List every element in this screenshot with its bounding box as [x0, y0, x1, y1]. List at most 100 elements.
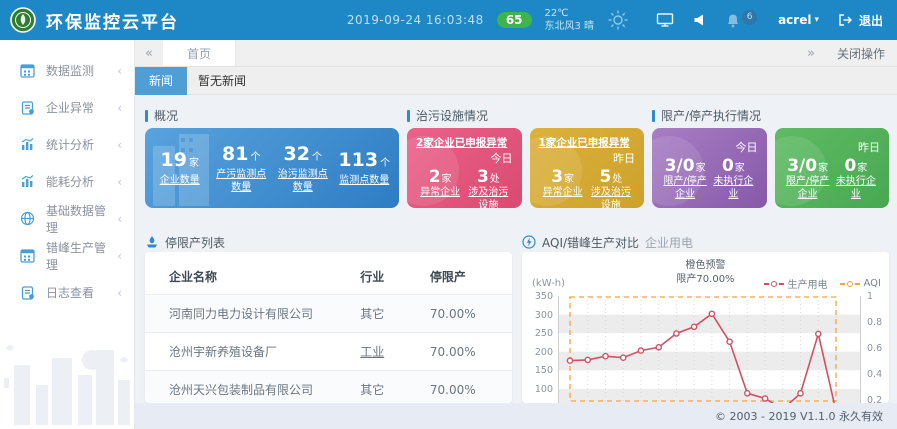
wind-weather-text: 东北风3 晴	[545, 20, 595, 34]
col-company-name: 企业名称	[145, 258, 354, 295]
chevron-left-icon: ‹	[117, 249, 122, 263]
sidebar-item-data-monitor[interactable]: 数据监测 ‹	[0, 52, 134, 89]
stoplist-section: 停限产列表 企业名称 行业 停限产	[145, 235, 512, 403]
aqi-badge: 65	[497, 12, 532, 28]
chevron-left-icon: ‹	[117, 175, 122, 189]
overview-card: 19家 企业数量 81个 产污监测点数量 32个 治污监测点数量	[145, 128, 399, 208]
y-axis-tick-left: 250	[528, 328, 558, 339]
sidebar-item-basic-data[interactable]: 基础数据管理 ‹	[0, 200, 134, 237]
tab-bar: « 首页 » 关闭操作	[135, 40, 897, 67]
overview-stat-monitor-points: 113个 监测点数量	[334, 149, 396, 187]
treatment-section-title: 治污设施情况	[407, 110, 644, 122]
aqi-comparison-chart: 35030025020015010010.80.60.40.2	[558, 296, 861, 403]
logout-icon	[838, 13, 853, 27]
overview-stat-label-link[interactable]: 监测点数量	[334, 174, 396, 187]
table-header-row: 企业名称 行业 停限产	[145, 258, 512, 295]
sidebar-item-energy-analysis[interactable]: 能耗分析 ‹	[0, 163, 134, 200]
industry-cell-2: 其它	[354, 371, 424, 404]
chevron-left-icon: ‹	[117, 212, 122, 226]
title-accent-bar	[407, 110, 410, 122]
monitor-icon[interactable]	[656, 12, 674, 28]
company-name-cell: 沧州宇新养殖设备厂	[145, 333, 354, 371]
chart-annotation: 橙色预警 限产70.00%	[676, 259, 734, 286]
stoplist-table: 企业名称 行业 停限产 河南同力电力设计有限公司 其它	[145, 258, 512, 403]
aqi-section: AQI/错峰生产对比 企业用电 (kW-h) 橙色预警 限产70.00%	[522, 235, 889, 403]
table-row[interactable]: 沧州天兴包装制品有限公司 其它 70.00%	[145, 371, 512, 404]
user-menu[interactable]: acrel ▾	[778, 13, 819, 27]
bar-chart-icon	[20, 137, 36, 153]
treatment-headline-link[interactable]: 1家企业已申报异常	[539, 135, 636, 150]
treatment-headline-link[interactable]: 2家企业已申报异常	[416, 135, 513, 150]
news-bar: 新闻 暂无新闻	[135, 67, 897, 95]
abnormal-companies-link[interactable]: 异常企业	[539, 187, 587, 200]
sun-icon	[607, 9, 629, 31]
title-accent-bar	[652, 110, 655, 122]
y-axis-tick-right: 0.6	[861, 343, 882, 354]
stoplist-section-title: 停限产列表	[145, 235, 512, 249]
overview-stat-label-link[interactable]: 治污监测点数量	[272, 168, 334, 194]
copyright-text: © 2003 - 2019 V1.1.0 永久有效	[715, 408, 883, 424]
sidebar-item-peak-production[interactable]: 错峰生产管理 ‹	[0, 237, 134, 274]
panel-subtitle: 企业用电	[645, 234, 693, 251]
y-axis-tick-left: 350	[528, 291, 558, 302]
clipboard-alert-icon	[20, 100, 36, 116]
industry-cell-1[interactable]: 工业	[354, 333, 424, 371]
chevron-left-icon: ‹	[117, 138, 122, 152]
overview-section: 概况	[145, 110, 399, 208]
y-axis-tick-left: 300	[528, 310, 558, 321]
industry-cell-0: 其它	[354, 295, 424, 333]
aqi-section-title: AQI/错峰生产对比 企业用电	[522, 235, 889, 249]
legend-item-aqi[interactable]: AQI	[840, 278, 882, 289]
tabs-scroll-left-icon[interactable]: «	[135, 40, 163, 66]
calendar-grid-icon	[20, 63, 36, 79]
limited-companies-link[interactable]: 限产/停产企业	[661, 176, 709, 201]
involved-facilities-link[interactable]: 涉及治污设施	[587, 187, 635, 208]
production-section: 限产/停产执行情况 今日 3/0家 限产/停产企业	[652, 110, 889, 208]
notification-badge: 6	[742, 10, 757, 25]
title-accent-bar	[145, 110, 148, 122]
logout-button[interactable]: 退出	[838, 12, 883, 29]
chevron-left-icon: ‹	[117, 101, 122, 115]
table-row[interactable]: 沧州宇新养殖设备厂 工业 70.00%	[145, 333, 512, 371]
y-axis-tick-right: 1	[861, 291, 873, 302]
sidebar: 数据监测 ‹ 企业异常 ‹ 统计分析 ‹	[0, 40, 135, 429]
involved-facilities-link[interactable]: 涉及治污设施	[464, 187, 512, 208]
percent-cell: 70.00%	[424, 333, 512, 371]
bell-icon	[726, 13, 740, 28]
close-operations-menu[interactable]: 关闭操作	[837, 45, 885, 62]
news-tab[interactable]: 新闻	[135, 67, 187, 95]
overview-stat-label-link[interactable]: 产污监测点数量	[211, 168, 273, 194]
tabs-scroll-right-icon[interactable]: »	[797, 46, 825, 61]
non-executing-companies-link[interactable]: 未执行企业	[709, 176, 757, 201]
col-stop-limit: 停限产	[424, 258, 512, 295]
factory-icon	[145, 235, 159, 249]
speaker-icon[interactable]	[693, 13, 707, 27]
legend-item-production-power[interactable]: 生产用电	[764, 276, 828, 291]
aqi-chart-panel: (kW-h) 橙色预警 限产70.00% 生产用电	[522, 252, 889, 403]
app-logo-icon	[10, 7, 36, 33]
footer: © 2003 - 2019 V1.1.0 永久有效	[135, 403, 897, 429]
caret-down-icon: ▾	[814, 15, 819, 25]
overview-section-title: 概况	[145, 110, 399, 122]
topbar: 环保监控云平台 2019-09-24 16:03:48 65 22℃ 东北风3 …	[0, 0, 897, 40]
sidebar-item-log-view[interactable]: 日志查看 ‹	[0, 274, 134, 311]
treatment-section: 治污设施情况 2家企业已申报异常 今日 2家 异常企业	[407, 110, 644, 208]
tab-home[interactable]: 首页	[163, 40, 236, 66]
overview-stat-label-link[interactable]: 企业数量	[149, 174, 211, 187]
abnormal-companies-link[interactable]: 异常企业	[416, 187, 464, 200]
sidebar-item-statistics[interactable]: 统计分析 ‹	[0, 126, 134, 163]
treatment-card-today: 2家企业已申报异常 今日 2家 异常企业 3处 涉及治污设施	[407, 128, 522, 208]
limited-companies-link[interactable]: 限产/停产企业	[784, 176, 832, 201]
datetime-text: 2019-09-24 16:03:48	[347, 13, 484, 27]
table-row[interactable]: 河南同力电力设计有限公司 其它 70.00%	[145, 295, 512, 333]
brand: 环保监控云平台	[10, 7, 179, 33]
non-executing-companies-link[interactable]: 未执行企业	[832, 176, 880, 201]
sidebar-item-enterprise-abnormal[interactable]: 企业异常 ‹	[0, 89, 134, 126]
notifications-button[interactable]: 6	[726, 13, 757, 28]
y-axis-unit-label: (kW-h)	[532, 278, 565, 289]
chevron-left-icon: ‹	[117, 64, 122, 78]
y-axis-tick-right: 0.8	[861, 317, 882, 328]
weather-block: 22℃ 东北风3 晴	[545, 7, 595, 34]
chevron-left-icon: ‹	[117, 286, 122, 300]
production-section-title: 限产/停产执行情况	[652, 110, 889, 122]
